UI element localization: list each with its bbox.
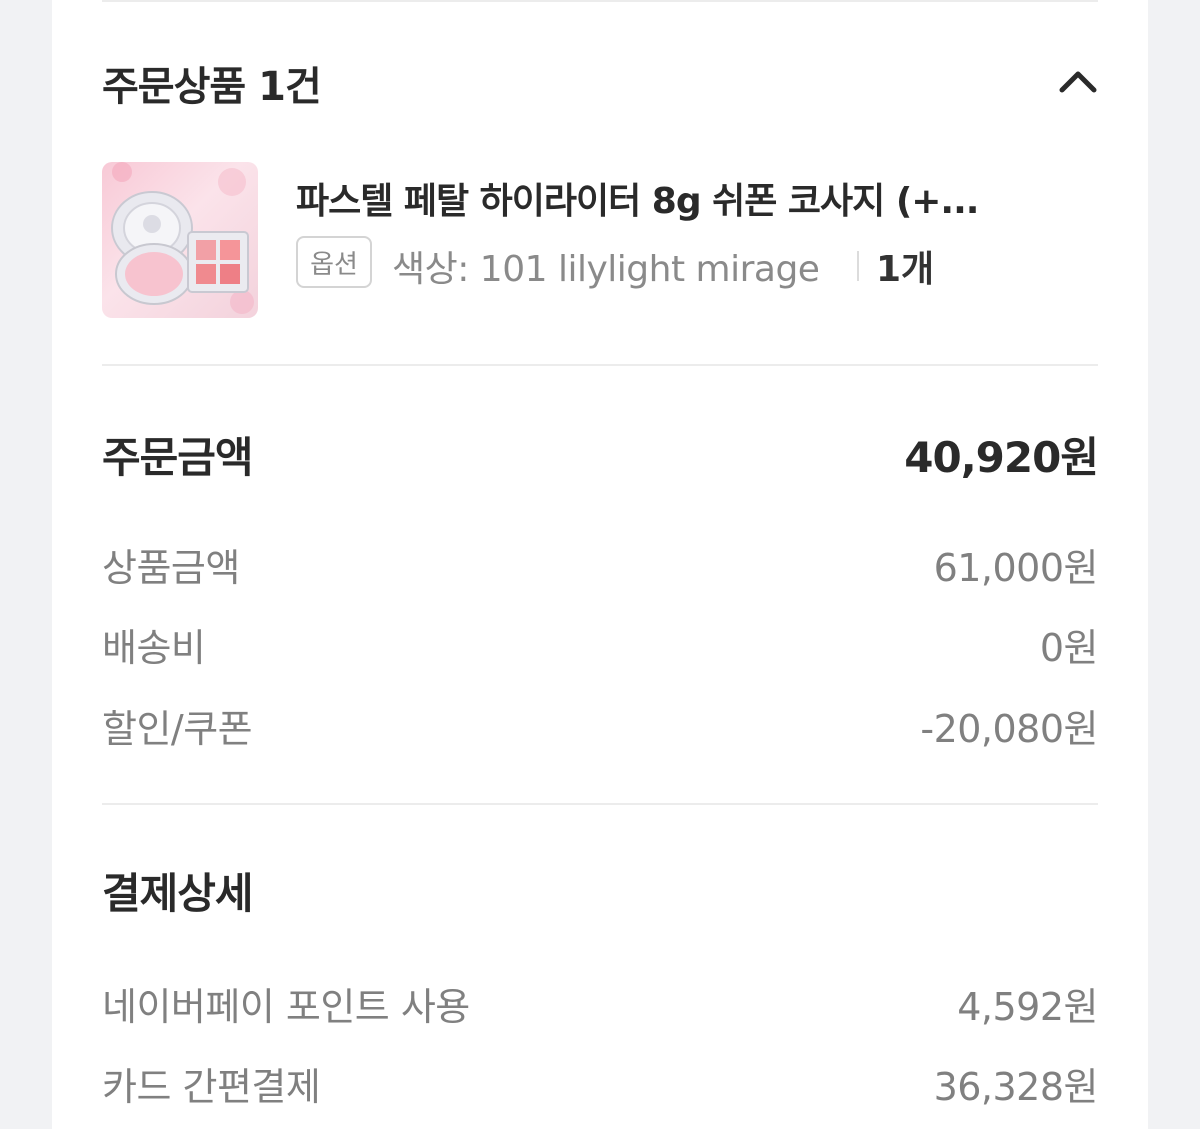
divider: [857, 251, 859, 281]
product-name[interactable]: 파스텔 페탈 하이라이터 8g 쉬폰 코사지 (+...: [296, 172, 1096, 224]
amount-line-value: 61,000원: [933, 546, 1099, 590]
divider: [102, 0, 1098, 2]
amount-line-label: 배송비: [102, 626, 206, 670]
order-amount-row: 주문금액 40,920원: [102, 424, 1099, 485]
order-amount-title: 주문금액: [102, 433, 254, 482]
payment-line-label: 네이버페이 포인트 사용: [102, 985, 470, 1029]
payment-detail-title: 결제상세: [102, 869, 254, 918]
payment-line-value: 4,592원: [957, 985, 1098, 1029]
amount-line: 상품금액 61,000원: [102, 537, 1099, 592]
amount-line-value: 0원: [1039, 626, 1099, 670]
chevron-up-icon[interactable]: [1058, 68, 1098, 94]
amount-line-label: 할인/쿠폰: [102, 707, 253, 751]
amount-line: 배송비 0원: [102, 617, 1099, 672]
payment-line-label: 카드 간편결제: [102, 1065, 321, 1109]
product-quantity: 1개: [876, 249, 935, 290]
option-badge: 옵션: [296, 236, 372, 288]
order-amount-total: 40,920원: [904, 433, 1099, 482]
amount-line-label: 상품금액: [102, 546, 240, 590]
payment-line: 카드 간편결제 36,328원: [102, 1056, 1099, 1111]
amount-line-value: -20,080원: [920, 707, 1098, 751]
order-summary-card: 주문상품 1건 파스텔 페탈 하이라이터 8g 쉬폰 코사지 (+... 옵션 …: [52, 0, 1148, 1129]
product-image: [111, 162, 254, 314]
product-thumbnail[interactable]: [102, 162, 258, 318]
divider: [102, 803, 1098, 805]
payment-line-value: 36,328원: [933, 1065, 1099, 1109]
product-option: 색상: 101 lilylight mirage: [392, 249, 820, 290]
divider: [102, 364, 1098, 366]
amount-line: 할인/쿠폰 -20,080원: [102, 698, 1098, 753]
order-items-title: 주문상품 1건: [102, 64, 322, 110]
payment-line: 네이버페이 포인트 사용 4,592원: [102, 976, 1098, 1031]
